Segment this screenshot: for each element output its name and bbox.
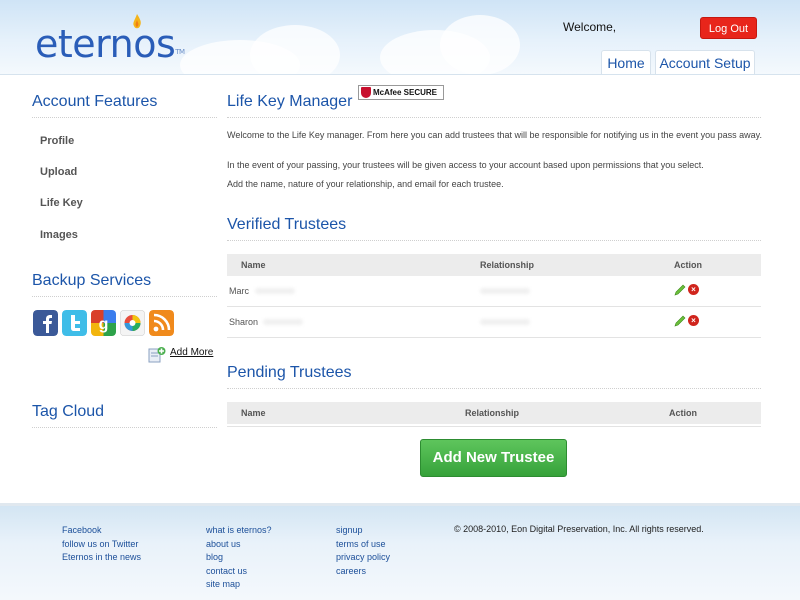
trustee-name: Marc [229,286,249,296]
logout-button[interactable]: Log Out [700,17,757,39]
footer-column: Facebook follow us on Twitter Eternos in… [62,524,141,565]
divider [32,427,217,428]
facebook-icon[interactable] [33,310,58,336]
tab-account-setup[interactable]: Account Setup [655,50,755,74]
delete-icon[interactable]: × [688,315,699,326]
footer-link-news[interactable]: Eternos in the news [62,551,141,565]
footer-link-terms[interactable]: terms of use [336,538,390,552]
footer-link-signup[interactable]: signup [336,524,390,538]
column-header-action: Action [674,260,702,270]
google-icon[interactable]: g [91,310,116,336]
tag-cloud-heading: Tag Cloud [32,403,105,420]
footer-link-twitter[interactable]: follow us on Twitter [62,538,141,552]
footer-link-blog[interactable]: blog [206,551,272,565]
column-header-name: Name [241,408,266,418]
logo-text: eternos [35,22,176,66]
redacted-text [255,288,295,294]
sidebar-item-profile[interactable]: Profile [40,135,74,147]
footer-column: signup terms of use privacy policy caree… [336,524,390,578]
site-footer: Facebook follow us on Twitter Eternos in… [0,503,800,600]
welcome-text: Welcome, [563,20,617,34]
column-header-relationship: Relationship [480,260,535,270]
redacted-relationship [480,288,530,294]
tab-home[interactable]: Home [601,50,651,74]
site-header: eternosTM Welcome, Log Out Home Account … [0,0,800,75]
divider [32,117,217,118]
cloud-decoration [250,25,340,74]
column-header-name: Name [241,260,266,270]
badge-label: McAfee SECURE [373,88,438,97]
footer-column: what is eternos? about us blog contact u… [206,524,272,592]
add-more-icon[interactable] [148,346,166,364]
site-logo[interactable]: eternosTM [35,24,185,64]
divider [227,117,761,118]
sidebar-item-upload[interactable]: Upload [40,166,77,178]
page-title: Life Key Manager [227,93,353,110]
verified-trustees-heading: Verified Trustees [227,216,347,233]
divider [227,426,761,427]
footer-link-what-is[interactable]: what is eternos? [206,524,272,538]
account-features-heading: Account Features [32,93,158,110]
logo-trademark: TM [175,48,185,56]
backup-services-heading: Backup Services [32,272,152,289]
svg-text:g: g [99,316,109,333]
redacted-text [263,319,303,325]
cloud-decoration [440,15,520,74]
copyright-text: © 2008-2010, Eon Digital Preservation, I… [454,524,704,534]
divider [227,240,761,241]
twitter-icon[interactable] [62,310,87,336]
footer-link-sitemap[interactable]: site map [206,578,272,592]
mcafee-shield-icon [361,87,371,98]
footer-link-facebook[interactable]: Facebook [62,524,141,538]
trustee-name: Sharon [229,317,259,327]
intro-paragraph: Welcome to the Life Key manager. From he… [227,130,762,140]
rss-icon[interactable] [149,310,174,336]
sidebar-item-images[interactable]: Images [40,229,78,241]
divider [227,388,761,389]
footer-link-careers[interactable]: careers [336,565,390,579]
mcafee-secure-badge[interactable]: McAfee SECURE [358,85,444,100]
column-header-action: Action [669,408,697,418]
footer-link-privacy[interactable]: privacy policy [336,551,390,565]
picasa-icon[interactable] [120,310,145,336]
delete-icon[interactable]: × [688,284,699,295]
add-new-trustee-button[interactable]: Add New Trustee [420,439,567,477]
sidebar-item-life-key[interactable]: Life Key [40,197,83,209]
table-row: Sharon × [227,307,761,338]
add-more-link[interactable]: Add More [170,347,213,358]
edit-icon[interactable] [674,315,686,327]
edit-icon[interactable] [674,284,686,296]
redacted-relationship [480,319,530,325]
verified-table-header: Name Relationship Action [227,254,761,276]
instruction-paragraph: Add the name, nature of your relationshi… [227,179,504,189]
column-header-relationship: Relationship [465,408,520,418]
table-row: Marc × [227,276,761,307]
footer-link-about[interactable]: about us [206,538,272,552]
footer-link-contact[interactable]: contact us [206,565,272,579]
divider [32,296,217,297]
pending-trustees-heading: Pending Trustees [227,364,352,381]
pending-table-header: Name Relationship Action [227,402,761,424]
info-paragraph: In the event of your passing, your trust… [227,160,704,170]
